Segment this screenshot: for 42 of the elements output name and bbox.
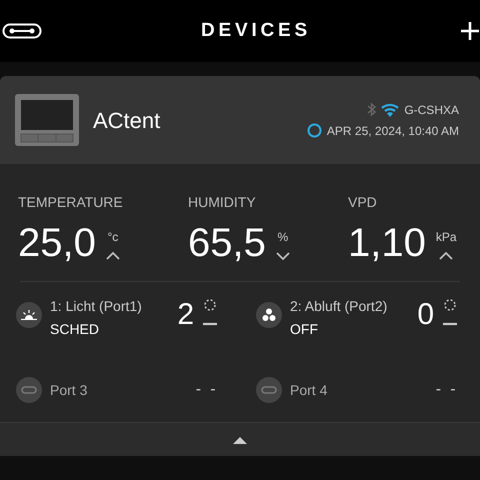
unit-label: kPa xyxy=(436,231,457,243)
port-icon-button[interactable] xyxy=(16,302,42,328)
port-level: 0 xyxy=(417,300,434,330)
unit-label: °c xyxy=(107,231,118,243)
metric-label: VPD xyxy=(348,193,378,212)
status-ring-icon xyxy=(306,123,322,138)
device-name: ACtent xyxy=(93,106,160,134)
timestamp: APR 25, 2024, 10:40 AM xyxy=(326,122,459,140)
link-icon xyxy=(261,386,277,394)
caret-up-icon xyxy=(439,251,454,261)
unit-label: % xyxy=(278,231,288,243)
device-card[interactable]: ACtent G-CSHXA APR 25, 2024, 10:40 AM TEMPERATURE 25,0 °c HUMIDITY 65,5 % VPD 1,10 kPa 1: Licht (Port1) SCHED 2 2: Abluft (Port2) OFF 0 Port 3 - - Port 4 - - xyxy=(0,76,480,456)
bluetooth-icon xyxy=(367,102,376,117)
link-icon xyxy=(21,386,37,394)
level-indicator-icon xyxy=(442,299,458,327)
port-level: 2 xyxy=(177,300,194,330)
port-icon-button[interactable] xyxy=(256,302,282,328)
level-indicator-icon xyxy=(202,299,218,327)
metric-value: 25,0 xyxy=(18,223,96,263)
metric-label: TEMPERATURE xyxy=(18,193,124,212)
port-mode: SCHED xyxy=(50,320,100,339)
metric-label: HUMIDITY xyxy=(188,193,257,212)
controller-icon xyxy=(15,94,79,146)
metric-value: 1,10 xyxy=(348,223,426,263)
page-title: DEVICES xyxy=(200,18,311,43)
link-icon[interactable] xyxy=(2,23,42,39)
network-name: G-CSHXA xyxy=(404,102,459,118)
caret-up-icon xyxy=(233,436,247,444)
port-name[interactable]: Port 4 xyxy=(290,380,328,400)
caret-up-icon xyxy=(106,251,120,261)
metric-value: 65,5 xyxy=(188,223,266,263)
caret-down-icon xyxy=(276,251,290,261)
sunrise-icon xyxy=(21,310,37,320)
add-icon[interactable] xyxy=(460,21,480,41)
port-name[interactable]: 2: Abluft (Port2) xyxy=(290,296,388,317)
port-name[interactable]: Port 3 xyxy=(50,380,88,400)
port-name[interactable]: 1: Licht (Port1) xyxy=(50,296,142,317)
port-level: - - xyxy=(196,380,218,400)
port-level: - - xyxy=(436,380,458,400)
wifi-icon xyxy=(381,102,400,116)
fan-icon xyxy=(262,308,276,322)
port-mode: OFF xyxy=(290,320,319,339)
